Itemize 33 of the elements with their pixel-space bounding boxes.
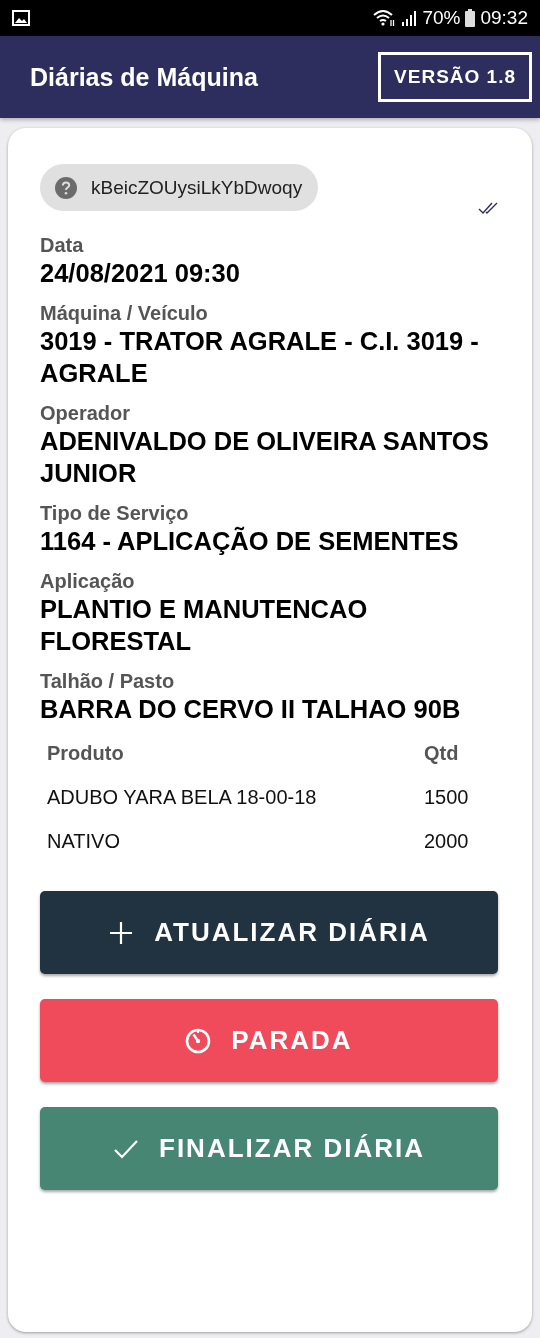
version-button[interactable]: VERSÃO 1.8 — [378, 52, 532, 102]
battery-icon — [465, 9, 476, 27]
stop-button[interactable]: PARADA — [40, 999, 498, 1082]
table-cell: ADUBO YARA BELA 18-00-18 — [47, 785, 317, 809]
field-value: 24/08/2021 09:30 — [40, 258, 241, 289]
field-label: Operador — [40, 401, 132, 425]
field-label: Tipo de Serviço — [40, 501, 190, 525]
app-title: Diárias de Máquina — [30, 62, 258, 92]
stopwatch-icon — [185, 1027, 212, 1054]
wifi-icon — [372, 9, 397, 27]
field-label: Aplicação — [40, 569, 136, 593]
column-header: Qtd — [424, 741, 460, 765]
field-value: 1164 - APLICAÇÃO DE SEMENTES — [40, 525, 460, 557]
plus-icon — [108, 919, 135, 946]
field-label: Talhão / Pasto — [40, 669, 176, 693]
field-label: Data — [40, 233, 85, 257]
question-icon — [55, 176, 77, 199]
update-button[interactable]: ATUALIZAR DIÁRIA — [40, 891, 498, 974]
clock: 09:32 — [480, 7, 528, 29]
table-cell: NATIVO — [47, 829, 120, 853]
battery-percent: 70% — [422, 7, 461, 29]
finish-button[interactable]: FINALIZAR DIÁRIA — [40, 1107, 498, 1190]
column-header: Produto — [47, 741, 124, 765]
field-value: 3019 - TRATOR AGRALE - C.I. 3019 - AGRALE — [40, 326, 480, 389]
field-value: ADENIVALDO DE OLIVEIRA SANTOS JUNIOR — [40, 426, 490, 489]
id-text: kBeicZOUysiLkYbDwoqy — [91, 176, 303, 199]
field-value: PLANTIO E MANUTENCAO FLORESTAL — [40, 594, 369, 657]
image-icon — [12, 10, 30, 26]
table-cell-text: 1500 — [424, 785, 470, 809]
signal-icon — [401, 10, 418, 26]
field-value: BARRA DO CERVO II TALHAO 90B — [40, 694, 462, 725]
field-label: Máquina / Veículo — [40, 301, 209, 325]
table-cell-text: 2000 — [424, 829, 470, 853]
